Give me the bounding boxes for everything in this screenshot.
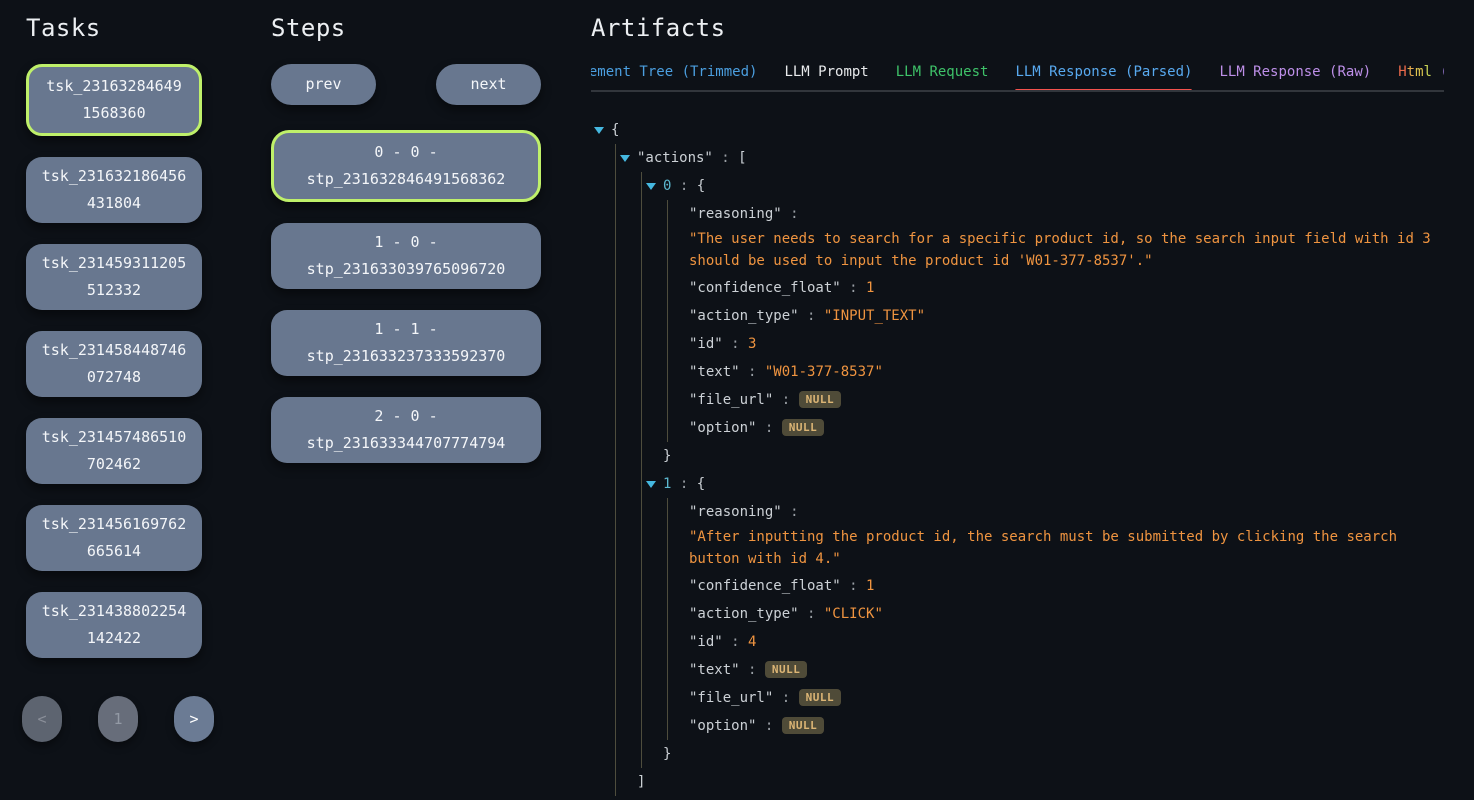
null-badge: NULL <box>782 419 825 436</box>
null-badge: NULL <box>799 391 842 408</box>
tasks-title: Tasks <box>26 14 228 42</box>
json-line: "confidence_float" : 1 <box>689 572 1444 600</box>
json-children: "reasoning" :"After inputting the produc… <box>667 498 1444 740</box>
tab-label-segment: m <box>1415 64 1423 80</box>
tasks-prev-page-button[interactable]: < <box>22 696 62 742</box>
json-line: "action_type" : "CLICK" <box>689 600 1444 628</box>
tasks-page-number-button[interactable]: 1 <box>98 696 138 742</box>
json-line: "reasoning" : <box>689 200 1444 228</box>
task-button[interactable]: tsk_231458448746072748 <box>26 331 202 397</box>
tasks-panel: Tasks tsk_231632846491568360 tsk_23163218… <box>0 0 228 800</box>
json-line: ] <box>637 768 1444 796</box>
json-line: "file_url" : NULL <box>689 684 1444 712</box>
tasks-pagination: < 1 > <box>22 696 214 742</box>
json-line: { <box>611 116 1444 144</box>
steps-panel: Steps prev next 0 - 0 - stp_231632846491… <box>228 0 568 800</box>
tasks-next-page-button[interactable]: > <box>174 696 214 742</box>
json-line: } <box>663 442 1444 470</box>
steps-title: Steps <box>271 14 568 42</box>
artifacts-panel: Artifacts Element Tree (Trimmed) LLM Prom… <box>568 0 1474 800</box>
null-badge: NULL <box>799 689 842 706</box>
json-line: "text" : NULL <box>689 656 1444 684</box>
tab-llm-response-parsed[interactable]: LLM Response (Parsed) <box>1015 64 1192 80</box>
tab-llm-response-raw[interactable]: LLM Response (Raw) <box>1219 64 1371 80</box>
tab-label-segment: l <box>1424 64 1432 80</box>
json-line: "option" : NULL <box>689 414 1444 442</box>
step-button[interactable]: 0 - 0 - stp_231632846491568362 <box>271 130 541 202</box>
json-line: 0 : { <box>663 172 1444 200</box>
json-line: "id" : 4 <box>689 628 1444 656</box>
task-button[interactable]: tsk_231632186456431804 <box>26 157 202 223</box>
artifacts-title: Artifacts <box>591 14 1444 42</box>
tab-label-segment: LLM Prompt <box>784 64 868 80</box>
tab-element-tree-trimmed[interactable]: Element Tree (Trimmed) <box>591 64 757 80</box>
task-button[interactable]: tsk_231459311205512332 <box>26 244 202 310</box>
json-line: } <box>663 740 1444 768</box>
tab-label-segment: LLM Response (Parsed) <box>1015 64 1192 80</box>
tab-label-segment: LLM Request <box>896 64 989 80</box>
task-button[interactable]: tsk_231456169762665614 <box>26 505 202 571</box>
json-line: "action_type" : "INPUT_TEXT" <box>689 302 1444 330</box>
step-nav: prev next <box>271 64 541 105</box>
llm-response-json-tree: {"actions" : [0 : {"reasoning" :"The use… <box>591 116 1444 800</box>
json-string-value: "The user needs to search for a specific… <box>689 228 1444 274</box>
step-button[interactable]: 1 - 0 - stp_231633039765096720 <box>271 223 541 289</box>
tab-label-segment: t <box>1407 64 1415 80</box>
steps-next-button[interactable]: next <box>436 64 541 105</box>
json-line: "actions" : [ <box>637 144 1444 172</box>
null-badge: NULL <box>782 717 825 734</box>
json-line: "text" : "W01-377-8537" <box>689 358 1444 386</box>
task-button[interactable]: tsk_231457486510702462 <box>26 418 202 484</box>
task-button[interactable]: tsk_231632846491568360 <box>26 64 202 136</box>
collapse-caret-icon[interactable] <box>646 183 656 190</box>
json-children: 0 : {"reasoning" :"The user needs to sea… <box>641 172 1444 768</box>
json-children: "actions" : [0 : {"reasoning" :"The user… <box>615 144 1444 796</box>
step-list: 0 - 0 - stp_231632846491568362 1 - 0 - st… <box>271 130 541 463</box>
collapse-caret-icon[interactable] <box>620 155 630 162</box>
tab-label-segment: LLM Response (Raw) <box>1219 64 1371 80</box>
task-button[interactable]: tsk_231438802254142422 <box>26 592 202 658</box>
step-button[interactable]: 2 - 0 - stp_231633344707774794 <box>271 397 541 463</box>
tab-label-segment: Element Tree (Trimmed) <box>591 64 757 80</box>
tab-html-raw[interactable]: Html (Raw) <box>1398 64 1444 80</box>
collapse-caret-icon[interactable] <box>646 481 656 488</box>
collapse-caret-icon[interactable] <box>594 127 604 134</box>
json-line: 1 : { <box>663 470 1444 498</box>
json-string-value: "After inputting the product id, the sea… <box>689 526 1444 572</box>
json-line: } <box>611 796 1444 800</box>
null-badge: NULL <box>765 661 808 678</box>
json-line: "confidence_float" : 1 <box>689 274 1444 302</box>
json-line: "option" : NULL <box>689 712 1444 740</box>
tab-llm-prompt[interactable]: LLM Prompt <box>784 64 868 80</box>
tab-label-segment: (Raw) <box>1432 64 1444 80</box>
json-line: "file_url" : NULL <box>689 386 1444 414</box>
tab-label-segment: H <box>1398 64 1406 80</box>
step-button[interactable]: 1 - 1 - stp_231633237333592370 <box>271 310 541 376</box>
steps-prev-button[interactable]: prev <box>271 64 376 105</box>
json-children: "reasoning" :"The user needs to search f… <box>667 200 1444 442</box>
json-line: "id" : 3 <box>689 330 1444 358</box>
json-line: "reasoning" : <box>689 498 1444 526</box>
tab-llm-request[interactable]: LLM Request <box>896 64 989 80</box>
task-list: tsk_231632846491568360 tsk_23163218645643… <box>26 64 202 658</box>
artifacts-tabbar: Element Tree (Trimmed) LLM Prompt LLM Requ… <box>591 64 1444 92</box>
